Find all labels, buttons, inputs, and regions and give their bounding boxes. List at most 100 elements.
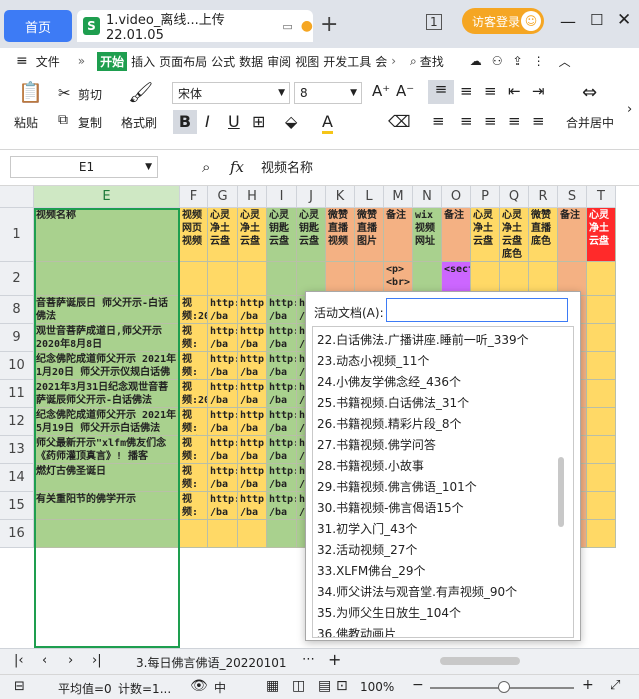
corner-cell[interactable]: [0, 186, 34, 208]
cell-T15[interactable]: [587, 492, 616, 520]
document-list-item[interactable]: 36.佛教动画片: [317, 625, 396, 637]
document-list-item[interactable]: 28.书籍视频.小故事: [317, 457, 424, 474]
next-sheet-icon[interactable]: ›: [68, 653, 73, 668]
header-cell-T[interactable]: 心灵净土云盘: [587, 208, 616, 262]
input-method-icon[interactable]: 中: [214, 679, 226, 696]
collab-icon[interactable]: ⚇: [492, 54, 503, 68]
cell-I12[interactable]: http:/ /ba: [267, 408, 297, 436]
hamburger-icon[interactable]: ≡: [16, 53, 28, 69]
column-header-G[interactable]: G: [208, 186, 238, 208]
cell-I8[interactable]: http:/ /ba: [267, 296, 297, 324]
cell-I15[interactable]: http:/ /ba: [267, 492, 297, 520]
cell-I14[interactable]: http:/ /ba: [267, 464, 297, 492]
column-header-K[interactable]: K: [326, 186, 355, 208]
copy-button[interactable]: 复制: [78, 114, 102, 131]
row-header-9[interactable]: 9: [0, 324, 34, 352]
more-right-icon[interactable]: ›: [391, 54, 396, 68]
cell-I2[interactable]: [267, 262, 297, 296]
tab-home[interactable]: 首页: [4, 10, 72, 42]
menu-start[interactable]: 开始: [97, 51, 128, 71]
cell-E15[interactable]: 有关重阳节的佛学开示: [34, 492, 180, 520]
document-list-item[interactable]: 31.初学入门_43个: [317, 520, 417, 537]
row-header-13[interactable]: 13: [0, 436, 34, 464]
document-list-item[interactable]: 32.活动视频_27个: [317, 541, 417, 558]
header-cell-L[interactable]: 微赞直播图片: [355, 208, 384, 262]
document-list-item[interactable]: 22.白话佛法.广播讲座.睡前一听_339个: [317, 331, 529, 348]
clear-icon[interactable]: ⌫: [388, 112, 411, 131]
row-header-11[interactable]: 11: [0, 380, 34, 408]
column-header-J[interactable]: J: [297, 186, 326, 208]
list-scrollbar[interactable]: [558, 457, 564, 527]
cell-E13[interactable]: 师父最新开示"xlfm佛友们念《药师灌顶真言》! 播客 2021年09月24日: [34, 436, 180, 464]
horizontal-scrollbar[interactable]: [440, 657, 520, 665]
menu-dev[interactable]: 开发工具: [323, 53, 371, 70]
paste-icon[interactable]: 📋: [18, 80, 43, 104]
cell-E14[interactable]: 燃灯古佛圣诞日: [34, 464, 180, 492]
macro-icon[interactable]: ⊟: [14, 679, 25, 694]
cell-T16[interactable]: [587, 520, 616, 548]
active-document-input[interactable]: [386, 298, 568, 322]
header-cell-M[interactable]: 备注: [384, 208, 413, 262]
cell-T9[interactable]: [587, 324, 616, 352]
monitor-icon[interactable]: ▭: [282, 20, 292, 33]
cell-E10[interactable]: 纪念佛陀成道师父开示 2021年1月20日 师父开示仪规白话佛法: [34, 352, 180, 380]
merge-center-button[interactable]: 合并居中: [566, 114, 614, 131]
document-list-item[interactable]: 24.小佛友学佛念经_436个: [317, 373, 461, 390]
italic-icon[interactable]: I: [205, 112, 210, 131]
normal-view-icon[interactable]: ▦: [266, 678, 279, 694]
zoom-in-icon[interactable]: +: [582, 677, 594, 693]
window-list-icon[interactable]: 1: [426, 14, 442, 30]
row-header-1[interactable]: 1: [0, 208, 34, 262]
menu-formula[interactable]: 公式: [211, 53, 235, 70]
document-list[interactable]: 22.白话佛法.广播讲座.睡前一听_339个 23.动态小视频_11个 24.小佛友…: [312, 326, 574, 638]
menu-more[interactable]: 会: [375, 53, 387, 70]
document-list-item[interactable]: 35.为师父生日放生_104个: [317, 604, 461, 621]
font-size-select[interactable]: 8 ▼: [294, 82, 362, 104]
fill-color-icon[interactable]: ⬙: [285, 112, 297, 131]
cell-F16[interactable]: [180, 520, 208, 548]
header-cell-K[interactable]: 微赞直播视频: [326, 208, 355, 262]
document-list-item[interactable]: 34.师父讲法与观音堂.有声视频_90个: [317, 583, 517, 600]
cell-G12[interactable]: http:/ /ba: [208, 408, 238, 436]
indent-left-icon[interactable]: ⇤: [508, 82, 521, 100]
cell-I13[interactable]: http:/ /ba: [267, 436, 297, 464]
header-cell-G[interactable]: 心灵净土云盘: [208, 208, 238, 262]
cell-F10[interactable]: 视频:纪念: [180, 352, 208, 380]
cell-I11[interactable]: http:/ /ba: [267, 380, 297, 408]
column-header-L[interactable]: L: [355, 186, 384, 208]
tab-document[interactable]: S 1.video_离线...上传22.01.05 ▭ ●: [77, 10, 313, 43]
cell-H14[interactable]: http:/ /ba: [238, 464, 267, 492]
format-painter-button[interactable]: 格式刷: [121, 114, 157, 131]
add-sheet-icon[interactable]: +: [328, 650, 341, 669]
cell-G10[interactable]: http:/ /ba: [208, 352, 238, 380]
format-painter-icon[interactable]: 🖌: [128, 80, 153, 104]
page-view-icon[interactable]: ◫: [292, 678, 305, 694]
header-cell-R[interactable]: 微赞直播底色: [529, 208, 558, 262]
cell-T10[interactable]: [587, 352, 616, 380]
header-cell-P[interactable]: 心灵净土云盘: [471, 208, 500, 262]
align-top-icon[interactable]: ≡: [428, 80, 454, 104]
menu-data[interactable]: 数据: [239, 53, 263, 70]
cell-G2[interactable]: [208, 262, 238, 296]
cell-F2[interactable]: [180, 262, 208, 296]
cell-T12[interactable]: [587, 408, 616, 436]
cell-H11[interactable]: http:/ /ba: [238, 380, 267, 408]
header-cell-I[interactable]: 心灵钥匙云盘: [267, 208, 297, 262]
formula-input[interactable]: 视频名称: [256, 155, 639, 177]
maximize-icon[interactable]: ☐: [590, 11, 603, 29]
column-header-H[interactable]: H: [238, 186, 267, 208]
column-header-F[interactable]: F: [180, 186, 208, 208]
reading-icon[interactable]: ⊡: [336, 678, 348, 694]
align-left-icon[interactable]: ≡: [432, 112, 445, 130]
paste-button[interactable]: 粘贴: [14, 114, 38, 131]
document-list-item[interactable]: 29.书籍视频.佛言佛语_101个: [317, 478, 477, 495]
cell-G8[interactable]: http:/ /ba: [208, 296, 238, 324]
new-tab-icon[interactable]: +: [320, 12, 338, 37]
align-middle-icon[interactable]: ≡: [460, 82, 473, 100]
cell-T13[interactable]: [587, 436, 616, 464]
zoom-formula-icon[interactable]: ⌕: [202, 158, 210, 176]
column-header-P[interactable]: P: [471, 186, 500, 208]
header-cell-J[interactable]: 心灵钥匙云盘: [297, 208, 326, 262]
cell-T14[interactable]: [587, 464, 616, 492]
cell-H8[interactable]: http:/ /ba: [238, 296, 267, 324]
